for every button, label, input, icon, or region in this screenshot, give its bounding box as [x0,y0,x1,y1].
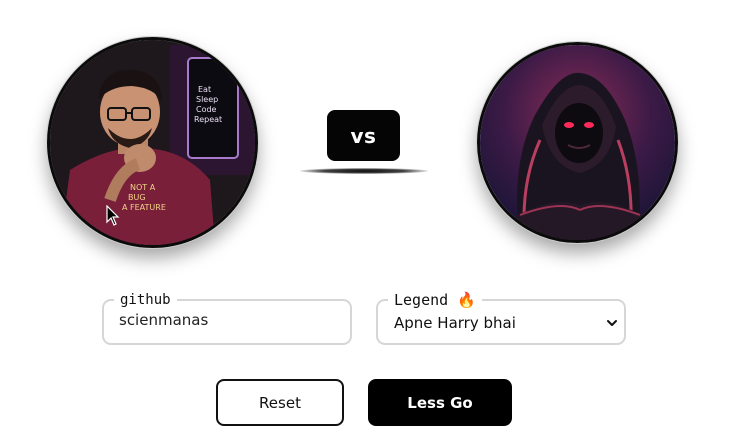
shirt-text-3: A FEATURE [122,203,166,212]
chevron-down-icon [607,320,617,326]
avatar-right [477,42,678,243]
shirt-text-1: NOT A [130,183,156,192]
less-go-button[interactable]: Less Go [368,379,512,426]
poster-code: Code [196,105,217,114]
legend-field-label: Legend 🔥 [388,291,482,309]
github-fieldset: github [102,291,352,345]
vs-badge: vs [327,110,400,161]
vs-badge-shadow [300,168,428,174]
github-field-label: github [114,291,177,309]
shirt-text-2: BUG [128,193,146,202]
avatar-left: Eat Sleep Code Repeat NOT A BUG A FEATUR… [47,37,258,248]
reset-button[interactable]: Reset [216,379,344,426]
avatar-left-image: Eat Sleep Code Repeat NOT A BUG A FEATUR… [50,40,255,245]
poster-sleep: Sleep [196,95,218,104]
versus-page: Eat Sleep Code Repeat NOT A BUG A FEATUR… [0,0,740,442]
legend-select-value: Apne Harry bhai [394,314,516,332]
github-username-input[interactable] [119,311,334,329]
avatar-right-image [480,45,675,240]
poster-eat: Eat [198,85,211,94]
legend-select[interactable]: Legend 🔥 Apne Harry bhai [376,291,626,345]
mouse-cursor-icon [106,205,120,226]
poster-repeat: Repeat [194,115,222,124]
